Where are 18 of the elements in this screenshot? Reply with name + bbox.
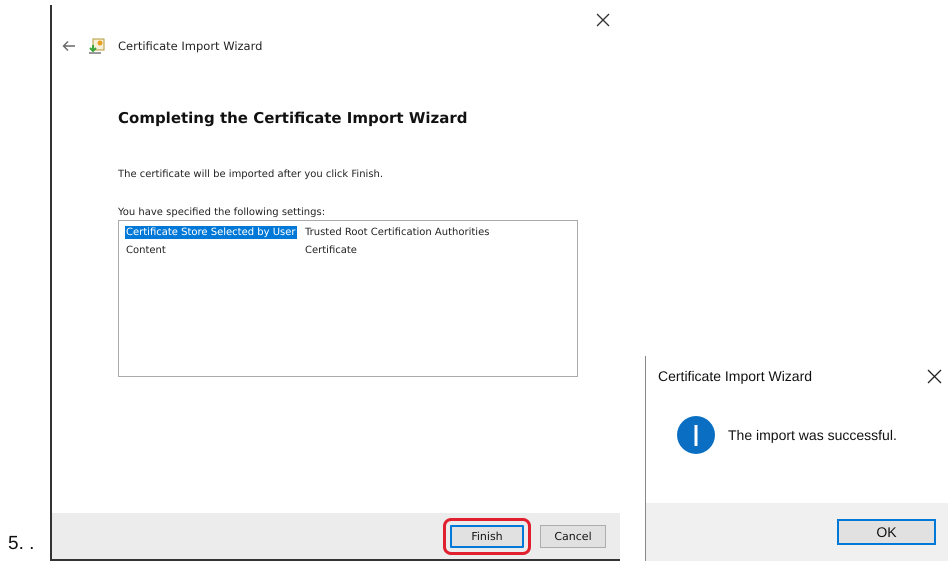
setting-name[interactable]: Certificate Store Selected by User [125,226,296,238]
cancel-button[interactable]: Cancel [540,524,606,548]
back-arrow-icon[interactable] [62,40,76,52]
dialog-title: Certificate Import Wizard [658,368,812,384]
setting-value: Trusted Root Certification Authorities [305,226,490,238]
ok-button[interactable]: OK [837,519,936,545]
close-icon[interactable] [927,368,942,384]
step-number: 5. . [7,533,36,556]
settings-label: You have specified the following settings: [118,207,326,218]
wizard-heading: Completing the Certificate Import Wizard [118,109,468,127]
certificate-icon [88,37,106,55]
wizard-title: Certificate Import Wizard [118,39,262,53]
setting-value: Certificate [305,244,357,256]
wizard-message: The certificate will be imported after you click Finish. [118,169,384,180]
info-icon [676,414,716,454]
close-icon[interactable] [596,13,610,27]
setting-name[interactable]: Content [125,244,167,256]
dialog-message: The import was successful. [728,426,897,442]
